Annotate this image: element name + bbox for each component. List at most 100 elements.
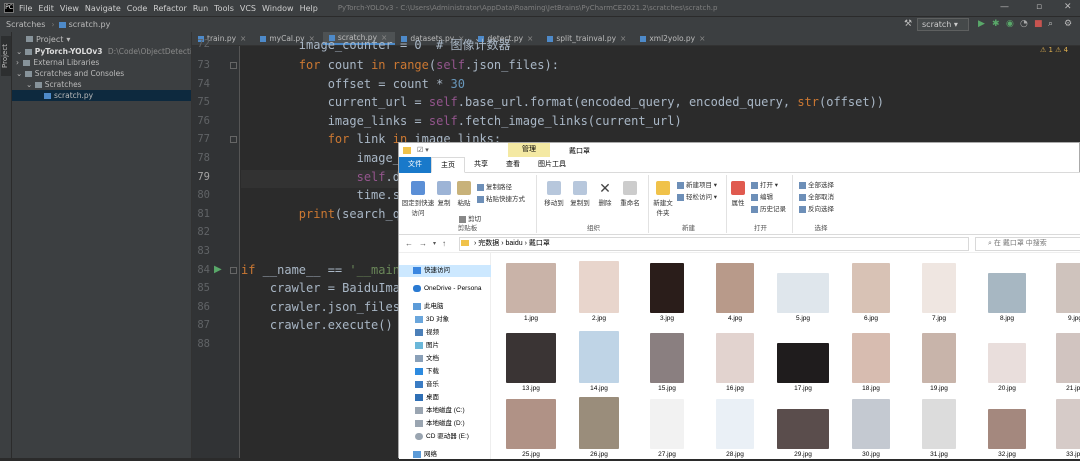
settings-icon[interactable]: ⚙ [1064,19,1072,29]
nav-downloads[interactable]: 下载 [399,366,491,378]
code-line-75[interactable]: current_url = self.base_url.format(encod… [241,95,884,109]
image-thumbnail[interactable] [777,273,829,313]
nav-quick-access[interactable]: 快速访问 [399,265,491,277]
image-thumbnail[interactable] [852,333,890,383]
project-header-label[interactable]: Project [36,35,63,44]
pin-quick-access-button[interactable]: 固定到快速访问 [401,181,435,217]
image-thumbnail[interactable] [506,333,556,383]
image-thumbnail[interactable] [922,399,956,449]
code-line-78[interactable]: image_c [241,151,408,165]
tab-xml2yolo[interactable]: xml2yolo.py × [634,32,713,45]
coverage-icon[interactable]: ◉ [1006,19,1014,29]
project-tool-tab[interactable]: Project [1,36,11,76]
image-thumbnail[interactable] [650,399,684,449]
run-gutter-icon[interactable]: ▶ [214,264,222,275]
new-folder-button[interactable]: 新建文件夹 [651,181,675,217]
debug-icon[interactable]: ✱ [992,19,1000,29]
chevron-down-icon[interactable]: ▾ [66,35,70,44]
image-thumbnail[interactable] [1056,399,1080,449]
easy-access-button[interactable]: 轻松访问 ▾ [677,191,717,201]
breadcrumb-file[interactable]: scratch.py [69,20,111,29]
image-thumbnail[interactable] [650,333,684,383]
image-thumbnail[interactable] [852,263,890,313]
maximize-icon[interactable]: ▫ [1036,2,1042,12]
nav-music[interactable]: 音乐 [399,379,491,391]
profile-icon[interactable]: ◔ [1020,19,1028,29]
fold-icon[interactable] [230,267,237,274]
image-thumbnail[interactable] [716,333,754,383]
nav-drive-c[interactable]: 本地磁盘 (C:) [399,405,491,417]
tab-share[interactable]: 共享 [465,157,497,173]
image-thumbnail[interactable] [579,261,619,313]
copy-button[interactable]: 复制 [435,181,453,207]
tab-manage[interactable]: 管理 [508,143,550,157]
menu-tools[interactable]: Tools [214,4,234,13]
nav-videos[interactable]: 视频 [399,327,491,339]
image-thumbnail[interactable] [579,331,619,383]
run-config-dropdown[interactable]: scratch ▾ [917,18,969,31]
breadcrumb-scratches[interactable]: Scratches [6,20,45,29]
menu-vcs[interactable]: VCS [240,4,256,13]
image-thumbnail[interactable] [579,397,619,449]
run-icon[interactable]: ▶ [978,19,985,29]
tree-item-project-root[interactable]: ⌄ PyTorch-YOLOv3 D:\Code\ObjectDetection… [12,46,191,57]
nav-documents[interactable]: 文档 [399,353,491,365]
nav-cd-drive[interactable]: CD 驱动器 (E:) [399,431,491,443]
code-line-73[interactable]: for count in range(self.json_files): [241,58,559,72]
nav-network[interactable]: 网络 [399,449,491,461]
chevron-right-icon[interactable]: › [16,58,19,67]
delete-button[interactable]: ✕ 删除 [595,181,615,207]
image-thumbnail[interactable] [777,409,829,449]
address-segment[interactable]: baidu [506,240,523,247]
menu-edit[interactable]: Edit [38,4,54,13]
code-line-84[interactable]: if __name__ == '__main_ [241,263,407,277]
menu-help[interactable]: Help [300,4,318,13]
paste-button[interactable]: 粘贴 [455,181,473,207]
tree-item-scratch-py[interactable]: scratch.py [12,90,191,101]
address-bar[interactable]: › 完数据 › baidu › 戴口罩 [459,237,969,251]
nav-onedrive[interactable]: OneDrive - Persona [399,283,491,295]
invert-selection-button[interactable]: 反向选择 [799,203,834,213]
code-line-80[interactable]: time.sl [241,188,408,202]
image-thumbnail[interactable] [716,399,754,449]
tab-split-trainval[interactable]: split_trainval.py × [541,32,634,45]
edit-button[interactable]: 编辑 [751,191,773,201]
tree-item-scratches[interactable]: ⌄ Scratches [12,79,191,90]
nav-desktop[interactable]: 桌面 [399,392,491,404]
up-icon[interactable]: ↑ [442,239,446,248]
properties-button[interactable]: 属性 [729,181,747,207]
quick-access-toolbar-icon[interactable]: ☑ ▾ [417,146,429,154]
history-button[interactable]: 历史记录 [751,203,786,213]
close-icon[interactable]: ✕ [1064,2,1072,12]
image-thumbnail[interactable] [650,263,684,313]
copy-to-button[interactable]: 复制到 [569,181,591,207]
image-thumbnail[interactable] [777,343,829,383]
image-thumbnail[interactable] [922,333,956,383]
recent-locations-icon[interactable]: ▾ [433,240,436,247]
rename-button[interactable]: 重命名 [619,181,641,207]
chevron-down-icon[interactable]: ⌄ [26,80,32,89]
tree-item-external-libraries[interactable]: › External Libraries [12,57,191,68]
nav-pictures[interactable]: 图片 [399,340,491,352]
search-everywhere-icon[interactable]: ⌕ [1048,19,1053,29]
menu-code[interactable]: Code [127,4,147,13]
image-thumbnail[interactable] [506,399,556,449]
close-icon[interactable]: × [620,34,626,43]
code-line-79[interactable]: self.do [241,170,408,184]
menu-refactor[interactable]: Refactor [153,4,187,13]
fold-icon[interactable] [230,136,237,143]
close-icon[interactable]: × [699,34,705,43]
copy-path-button[interactable]: 复制路径 [477,181,512,191]
code-line-85[interactable]: crawler = BaiduImag [241,281,407,295]
menu-navigate[interactable]: Navigate [85,4,121,13]
chevron-down-icon[interactable]: ⌄ [16,47,22,56]
image-thumbnail[interactable] [506,263,556,313]
image-thumbnail[interactable] [988,409,1026,449]
image-thumbnail[interactable] [716,263,754,313]
menu-run[interactable]: Run [193,4,208,13]
image-thumbnail[interactable] [852,399,890,449]
nav-drive-d[interactable]: 本地磁盘 (D:) [399,418,491,430]
image-thumbnail[interactable] [988,273,1026,313]
image-thumbnail[interactable] [1056,333,1080,383]
search-input[interactable]: ⌕ 在 戴口罩 中搜索 [975,237,1080,251]
